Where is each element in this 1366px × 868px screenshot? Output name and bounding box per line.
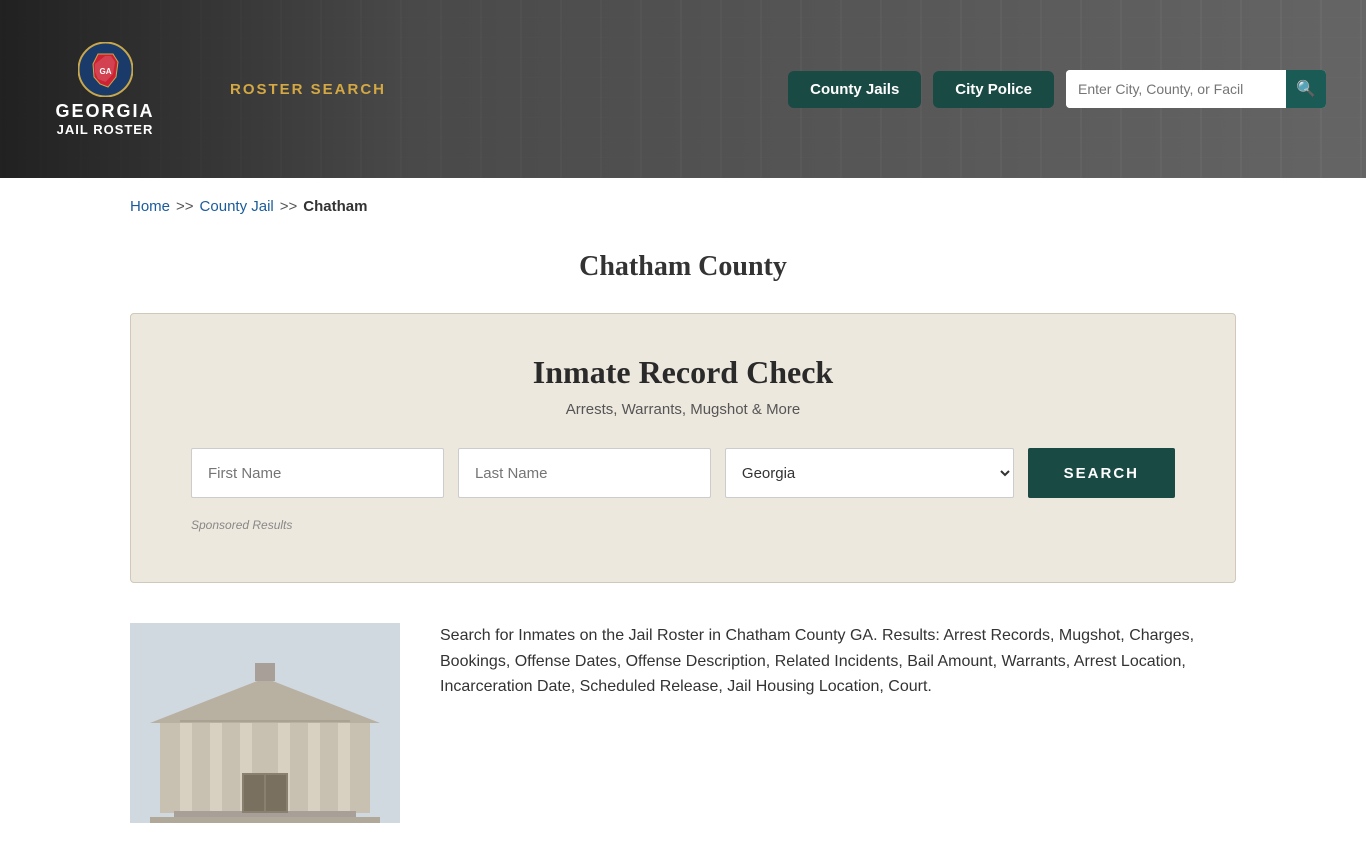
page-title: Chatham County: [130, 251, 1236, 283]
first-name-input[interactable]: [191, 448, 444, 498]
site-header: GA GEORGIA JAIL ROSTER ROSTER SEARCH Cou…: [0, 0, 1366, 178]
header-search-button[interactable]: 🔍: [1286, 70, 1326, 108]
main-content: Home >> County Jail >> Chatham Chatham C…: [0, 178, 1366, 868]
georgia-seal-icon: GA: [78, 42, 133, 97]
state-select[interactable]: AlabamaAlaskaArizonaArkansasCaliforniaCo…: [725, 448, 1014, 498]
city-police-button[interactable]: City Police: [933, 71, 1054, 108]
record-check-search-button[interactable]: SEARCH: [1028, 448, 1175, 498]
header-nav-right: County Jails City Police 🔍: [788, 70, 1326, 108]
description-text: Search for Inmates on the Jail Roster in…: [440, 623, 1236, 700]
county-jails-button[interactable]: County Jails: [788, 71, 921, 108]
breadcrumb-sep1: >>: [176, 198, 194, 215]
header-content: GA GEORGIA JAIL ROSTER ROSTER SEARCH Cou…: [0, 0, 1366, 178]
breadcrumb-current: Chatham: [303, 198, 367, 215]
breadcrumb-home[interactable]: Home: [130, 198, 170, 215]
record-check-title: Inmate Record Check: [191, 354, 1175, 391]
search-icon: 🔍: [1296, 79, 1316, 99]
breadcrumb: Home >> County Jail >> Chatham: [130, 178, 1236, 231]
sponsored-label: Sponsored Results: [191, 518, 1175, 532]
header-search-input[interactable]: [1066, 70, 1286, 108]
breadcrumb-sep2: >>: [280, 198, 298, 215]
record-check-form: AlabamaAlaskaArizonaArkansasCaliforniaCo…: [191, 448, 1175, 498]
record-check-subtitle: Arrests, Warrants, Mugshot & More: [191, 401, 1175, 418]
record-check-box: Inmate Record Check Arrests, Warrants, M…: [130, 313, 1236, 583]
logo-georgia-text: GEORGIA: [55, 101, 154, 122]
header-search-bar: 🔍: [1066, 70, 1326, 108]
courthouse-image: [130, 623, 400, 828]
courthouse-svg: [130, 623, 400, 823]
last-name-input[interactable]: [458, 448, 711, 498]
nav-roster-search[interactable]: ROSTER SEARCH: [230, 81, 386, 98]
logo-sub-text: JAIL ROSTER: [57, 122, 154, 137]
breadcrumb-county-jail[interactable]: County Jail: [200, 198, 274, 215]
description-section: Search for Inmates on the Jail Roster in…: [130, 623, 1236, 868]
logo-block[interactable]: GA GEORGIA JAIL ROSTER: [40, 42, 170, 137]
svg-text:GA: GA: [99, 67, 111, 76]
